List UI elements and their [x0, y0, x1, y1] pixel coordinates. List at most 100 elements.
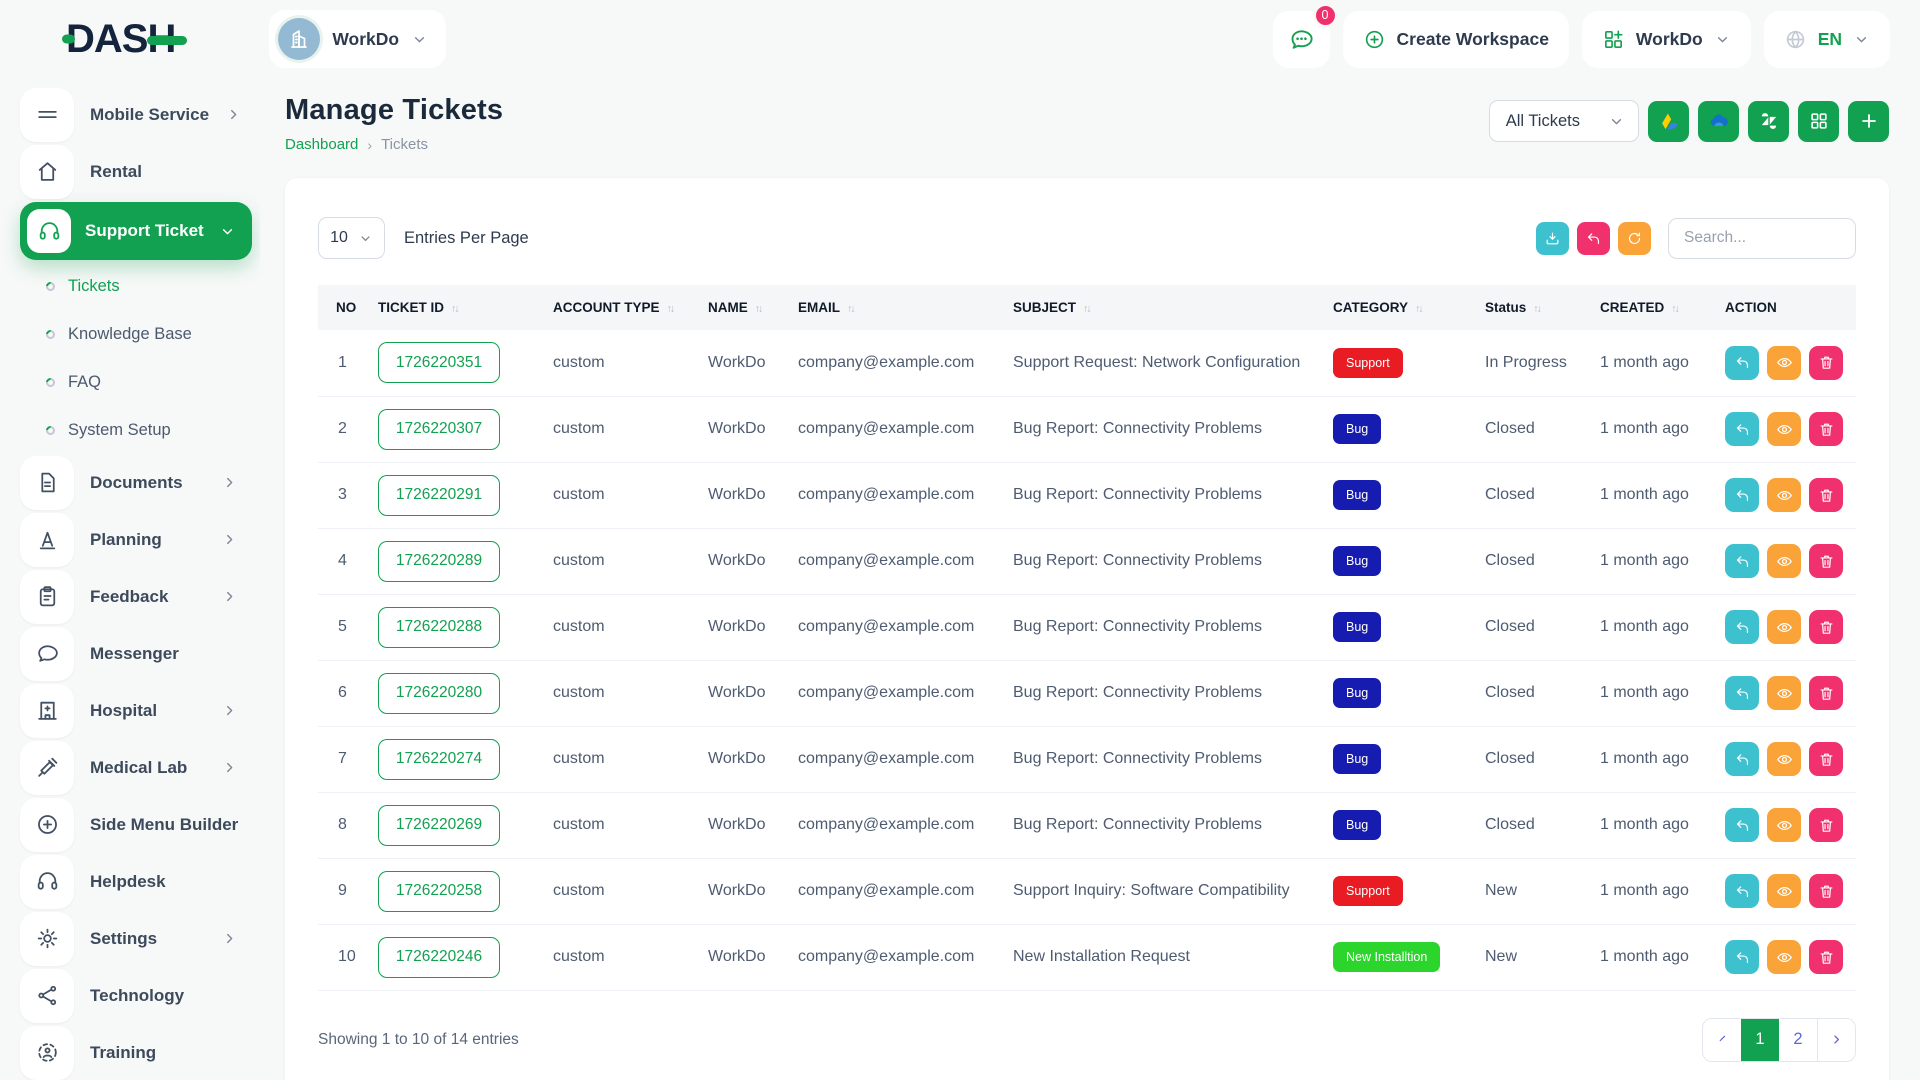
- sidebar-item-hospital[interactable]: Hospital: [20, 682, 250, 739]
- delete-button[interactable]: [1809, 610, 1843, 644]
- column-header-category[interactable]: CATEGORY↑↓: [1323, 285, 1475, 330]
- view-button[interactable]: [1767, 412, 1801, 446]
- sidebar-item-messenger[interactable]: Messenger: [20, 625, 250, 682]
- delete-button[interactable]: [1809, 874, 1843, 908]
- sidebar-item-settings[interactable]: Settings: [20, 910, 250, 967]
- sidebar-item-rental[interactable]: Rental: [20, 143, 250, 200]
- grid-view-button[interactable]: [1798, 101, 1839, 142]
- sidebar-item-helpdesk[interactable]: Helpdesk: [20, 853, 250, 910]
- messages-button[interactable]: 0: [1273, 11, 1330, 68]
- reply-button[interactable]: [1725, 676, 1759, 710]
- view-button[interactable]: [1767, 742, 1801, 776]
- sidebar-item-technology[interactable]: Technology: [20, 967, 250, 1024]
- reply-button[interactable]: [1725, 742, 1759, 776]
- refresh-button[interactable]: [1618, 222, 1651, 255]
- reply-button[interactable]: [1725, 544, 1759, 578]
- sidebar-subitem-faq[interactable]: FAQ: [20, 358, 260, 406]
- page-1-button[interactable]: 1: [1741, 1019, 1779, 1061]
- delete-button[interactable]: [1809, 544, 1843, 578]
- sidebar-subitem-system-setup[interactable]: System Setup: [20, 406, 260, 454]
- view-button[interactable]: [1767, 478, 1801, 512]
- column-header-status[interactable]: Status↑↓: [1475, 285, 1590, 330]
- view-button[interactable]: [1767, 874, 1801, 908]
- column-header-ticket-id[interactable]: TICKET ID↑↓: [368, 285, 543, 330]
- eye-icon: [1776, 751, 1793, 768]
- delete-button[interactable]: [1809, 478, 1843, 512]
- reply-button[interactable]: [1725, 610, 1759, 644]
- reply-button[interactable]: [1725, 478, 1759, 512]
- view-button[interactable]: [1767, 610, 1801, 644]
- delete-button[interactable]: [1809, 742, 1843, 776]
- language-button[interactable]: EN: [1764, 11, 1890, 68]
- ticket-id-button[interactable]: 1726220289: [378, 541, 500, 582]
- sidebar-item-planning[interactable]: Planning: [20, 511, 250, 568]
- view-button[interactable]: [1767, 676, 1801, 710]
- sidebar-item-feedback[interactable]: Feedback: [20, 568, 250, 625]
- google-drive-button[interactable]: [1648, 101, 1689, 142]
- reply-button[interactable]: [1725, 874, 1759, 908]
- delete-button[interactable]: [1809, 940, 1843, 974]
- cell-account-type: custom: [543, 726, 698, 792]
- create-ticket-button[interactable]: [1848, 101, 1889, 142]
- delete-button[interactable]: [1809, 808, 1843, 842]
- cell-status: New: [1475, 858, 1590, 924]
- ticket-id-button[interactable]: 1726220351: [378, 342, 500, 383]
- sidebar-subitem-tickets[interactable]: Tickets: [20, 262, 260, 310]
- cell-email: company@example.com: [788, 396, 1003, 462]
- onedrive-button[interactable]: [1698, 101, 1739, 142]
- ticket-id-button[interactable]: 1726220288: [378, 607, 500, 648]
- sidebar-item-side-menu-builder[interactable]: Side Menu Builder: [20, 796, 250, 853]
- search-input[interactable]: [1668, 218, 1856, 259]
- sidebar-item-medical-lab[interactable]: Medical Lab: [20, 739, 250, 796]
- reset-button[interactable]: [1577, 222, 1610, 255]
- page-2-button[interactable]: 2: [1779, 1019, 1817, 1061]
- column-header-email[interactable]: EMAIL↑↓: [788, 285, 1003, 330]
- workspace-switcher[interactable]: WorkDo: [269, 10, 446, 68]
- zendesk-button[interactable]: [1748, 101, 1789, 142]
- export-button[interactable]: [1536, 222, 1569, 255]
- view-button[interactable]: [1767, 940, 1801, 974]
- delete-button[interactable]: [1809, 412, 1843, 446]
- sidebar-item-documents[interactable]: Documents: [20, 454, 250, 511]
- category-badge: Bug: [1333, 810, 1381, 840]
- cell-account-type: custom: [543, 330, 698, 396]
- ticket-id-button[interactable]: 1726220269: [378, 805, 500, 846]
- ticket-id-button[interactable]: 1726220274: [378, 739, 500, 780]
- sort-icon: ↑↓: [755, 303, 762, 315]
- column-header-account-type[interactable]: ACCOUNT TYPE↑↓: [543, 285, 698, 330]
- sidebar-item-training[interactable]: Training: [20, 1024, 250, 1080]
- cell-account-type: custom: [543, 396, 698, 462]
- sidebar-item-mobile-service[interactable]: Mobile Service: [20, 86, 250, 143]
- view-button[interactable]: [1767, 346, 1801, 380]
- app-logo[interactable]: DASH: [66, 17, 187, 62]
- sidebar-subitem-label: System Setup: [68, 421, 171, 440]
- ticket-id-button[interactable]: 1726220280: [378, 673, 500, 714]
- column-header-subject[interactable]: SUBJECT↑↓: [1003, 285, 1323, 330]
- ticket-id-button[interactable]: 1726220258: [378, 871, 500, 912]
- sidebar-item-support-ticket[interactable]: Support Ticket: [20, 202, 252, 260]
- workspace-menu-button[interactable]: WorkDo: [1582, 11, 1751, 68]
- ticket-id-button[interactable]: 1726220291: [378, 475, 500, 516]
- reply-button[interactable]: [1725, 940, 1759, 974]
- next-page-button[interactable]: [1817, 1019, 1855, 1061]
- cell-no: 2: [318, 396, 368, 462]
- reply-button[interactable]: [1725, 346, 1759, 380]
- entries-per-page-select[interactable]: 10: [318, 217, 385, 259]
- ticket-id-button[interactable]: 1726220246: [378, 937, 500, 978]
- delete-button[interactable]: [1809, 346, 1843, 380]
- column-header-name[interactable]: NAME↑↓: [698, 285, 788, 330]
- reply-button[interactable]: [1725, 412, 1759, 446]
- breadcrumb-dashboard-link[interactable]: Dashboard: [285, 136, 358, 153]
- reply-button[interactable]: [1725, 808, 1759, 842]
- ticket-filter-select[interactable]: All Tickets: [1489, 100, 1639, 142]
- prev-page-button[interactable]: [1703, 1019, 1741, 1061]
- view-button[interactable]: [1767, 544, 1801, 578]
- column-label: ACTION: [1725, 300, 1777, 315]
- sidebar-subitem-knowledge-base[interactable]: Knowledge Base: [20, 310, 260, 358]
- view-button[interactable]: [1767, 808, 1801, 842]
- menu-icon: [20, 88, 74, 142]
- create-workspace-button[interactable]: Create Workspace: [1343, 11, 1569, 68]
- ticket-id-button[interactable]: 1726220307: [378, 409, 500, 450]
- column-header-created[interactable]: CREATED↑↓: [1590, 285, 1715, 330]
- delete-button[interactable]: [1809, 676, 1843, 710]
